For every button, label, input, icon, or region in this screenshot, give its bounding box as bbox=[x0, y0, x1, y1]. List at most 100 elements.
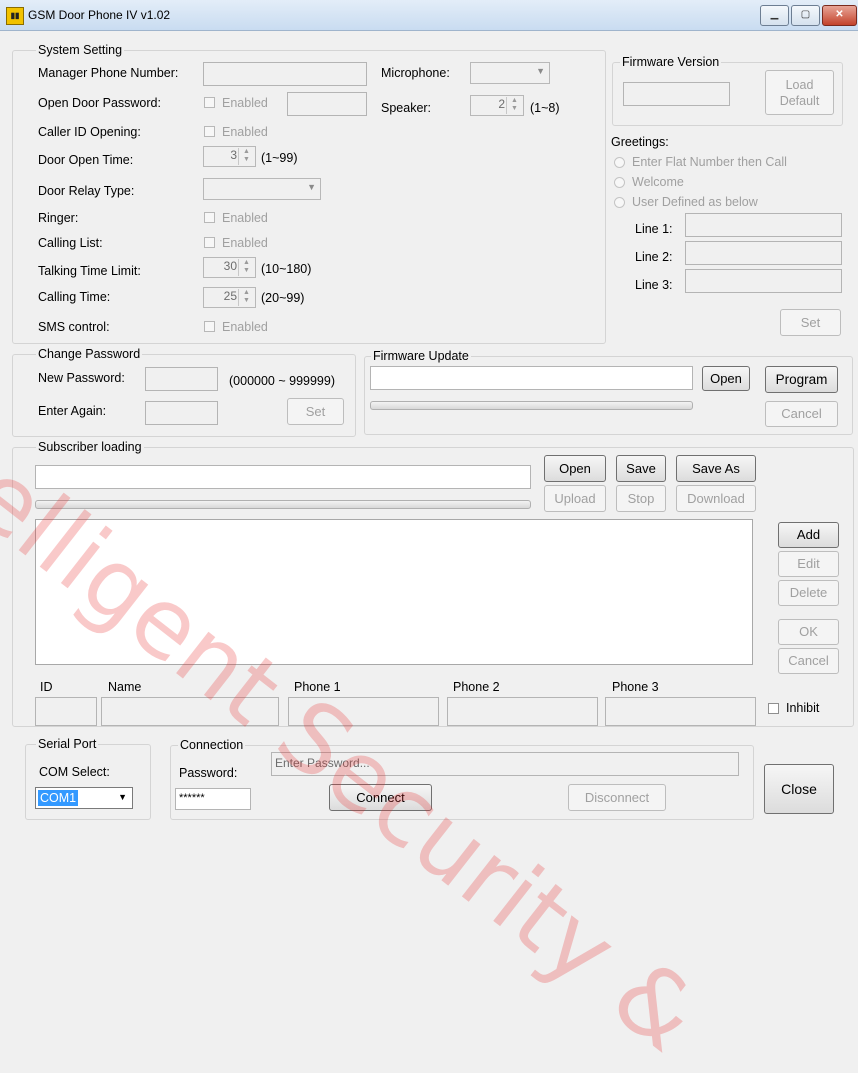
password-set-button[interactable]: Set bbox=[287, 398, 344, 425]
com-select-value: COM1 bbox=[38, 790, 79, 806]
firmware-cancel-button[interactable]: Cancel bbox=[765, 401, 838, 427]
door-open-time-stepper[interactable]: 3 ▲ ▼ bbox=[203, 146, 256, 167]
firmware-progress-bar bbox=[370, 401, 693, 410]
firmware-file-input[interactable] bbox=[370, 366, 693, 390]
enter-again-label: Enter Again: bbox=[38, 404, 107, 418]
gsm-signal-icon: ▮▮ bbox=[6, 7, 24, 25]
speaker-stepper[interactable]: 2 ▲ ▼ bbox=[470, 95, 524, 116]
greetings-label: Greetings: bbox=[611, 135, 669, 149]
connection-password-input[interactable]: ****** bbox=[175, 788, 251, 810]
spin-arrows-icon[interactable]: ▲ ▼ bbox=[238, 289, 254, 306]
calling-list-checkbox[interactable] bbox=[204, 237, 215, 248]
manager-phone-label: Manager Phone Number: bbox=[38, 66, 179, 80]
disconnect-button[interactable]: Disconnect bbox=[568, 784, 666, 811]
edit-button[interactable]: Edit bbox=[778, 551, 839, 577]
talking-time-stepper[interactable]: 30 ▲ ▼ bbox=[203, 257, 256, 278]
chevron-down-icon: ▼ bbox=[118, 792, 127, 802]
subscriber-cancel-button[interactable]: Cancel bbox=[778, 648, 839, 674]
delete-button[interactable]: Delete bbox=[778, 580, 839, 606]
sms-control-checkbox[interactable] bbox=[204, 321, 215, 332]
greeting-line2-label: Line 2: bbox=[635, 250, 673, 264]
column-phone2-label: Phone 2 bbox=[453, 680, 500, 694]
name-input[interactable] bbox=[101, 697, 279, 726]
speaker-range: (1~8) bbox=[530, 101, 560, 115]
ringer-label: Ringer: bbox=[38, 211, 79, 225]
speaker-value: 2 bbox=[498, 97, 505, 111]
spin-arrows-icon[interactable]: ▲ ▼ bbox=[506, 97, 522, 114]
greeting-line3-label: Line 3: bbox=[635, 278, 673, 292]
subscriber-save-as-button[interactable]: Save As bbox=[676, 455, 756, 482]
subscriber-open-button[interactable]: Open bbox=[544, 455, 606, 482]
calling-time-value: 25 bbox=[223, 289, 237, 303]
caller-id-checkbox[interactable] bbox=[204, 126, 215, 137]
talking-time-range: (10~180) bbox=[261, 262, 312, 276]
subscriber-save-button[interactable]: Save bbox=[616, 455, 666, 482]
inhibit-checkbox[interactable] bbox=[768, 703, 779, 714]
column-name-label: Name bbox=[108, 680, 142, 694]
column-id-label: ID bbox=[40, 680, 53, 694]
spin-arrows-icon[interactable]: ▲ ▼ bbox=[238, 259, 254, 276]
chevron-down-icon: ▼ bbox=[536, 66, 545, 76]
upload-button[interactable]: Upload bbox=[544, 485, 606, 512]
calling-list-enabled-label: Enabled bbox=[222, 236, 268, 250]
greeting-radio-user[interactable] bbox=[614, 197, 625, 208]
sms-control-enabled-label: Enabled bbox=[222, 320, 268, 334]
greeting-line1-input[interactable] bbox=[685, 213, 842, 237]
subscriber-list[interactable] bbox=[35, 519, 753, 665]
ringer-checkbox[interactable] bbox=[204, 212, 215, 223]
new-password-input[interactable] bbox=[145, 367, 218, 391]
com-select[interactable]: COM1 ▼ bbox=[35, 787, 133, 809]
open-door-password-label: Open Door Password: bbox=[38, 96, 161, 110]
connection-label: Connection bbox=[178, 738, 246, 752]
greeting-option-user: User Defined as below bbox=[632, 195, 758, 209]
close-window-icon[interactable]: ✕ bbox=[822, 5, 857, 26]
connect-button[interactable]: Connect bbox=[329, 784, 432, 811]
id-input[interactable] bbox=[35, 697, 97, 726]
ringer-enabled-label: Enabled bbox=[222, 211, 268, 225]
speaker-label: Speaker: bbox=[381, 101, 432, 115]
microphone-select[interactable]: ▼ bbox=[470, 62, 550, 84]
spin-arrows-icon[interactable]: ▲ ▼ bbox=[238, 148, 254, 165]
phone2-input[interactable] bbox=[447, 697, 598, 726]
firmware-open-button[interactable]: Open bbox=[702, 366, 750, 391]
firmware-version-label: Firmware Version bbox=[620, 55, 722, 69]
window-title: GSM Door Phone IV v1.02 bbox=[28, 8, 171, 22]
microphone-label: Microphone: bbox=[381, 66, 450, 80]
phone3-input[interactable] bbox=[605, 697, 756, 726]
close-button[interactable]: Close bbox=[764, 764, 834, 814]
greeting-set-button[interactable]: Set bbox=[780, 309, 841, 336]
greeting-line3-input[interactable] bbox=[685, 269, 842, 293]
open-door-password-enabled-label: Enabled bbox=[222, 96, 268, 110]
door-relay-select[interactable]: ▼ bbox=[203, 178, 321, 200]
maximize-icon[interactable]: ▢ bbox=[791, 5, 820, 26]
phone1-input[interactable] bbox=[288, 697, 439, 726]
load-default-button[interactable]: Load Default bbox=[765, 70, 834, 115]
firmware-update-label: Firmware Update bbox=[371, 349, 471, 363]
subscriber-file-input[interactable] bbox=[35, 465, 531, 489]
add-button[interactable]: Add bbox=[778, 522, 839, 548]
greeting-radio-flat[interactable] bbox=[614, 157, 625, 168]
chevron-down-icon: ▼ bbox=[307, 182, 316, 192]
open-door-password-input[interactable] bbox=[287, 92, 367, 116]
calling-time-range: (20~99) bbox=[261, 291, 305, 305]
download-button[interactable]: Download bbox=[676, 485, 756, 512]
greeting-radio-welcome[interactable] bbox=[614, 177, 625, 188]
change-password-label: Change Password bbox=[36, 347, 143, 361]
ok-button[interactable]: OK bbox=[778, 619, 839, 645]
new-password-label: New Password: bbox=[38, 371, 125, 385]
inhibit-label: Inhibit bbox=[786, 701, 820, 715]
manager-phone-input[interactable] bbox=[203, 62, 367, 86]
open-door-password-checkbox[interactable] bbox=[204, 97, 215, 108]
load-default-line2: Default bbox=[779, 94, 820, 108]
stop-button[interactable]: Stop bbox=[616, 485, 666, 512]
calling-time-stepper[interactable]: 25 ▲ ▼ bbox=[203, 287, 256, 308]
program-button[interactable]: Program bbox=[765, 366, 838, 393]
caller-id-enabled-label: Enabled bbox=[222, 125, 268, 139]
greeting-line2-input[interactable] bbox=[685, 241, 842, 265]
door-open-time-label: Door Open Time: bbox=[38, 153, 134, 167]
calling-time-label: Calling Time: bbox=[38, 290, 111, 304]
caller-id-label: Caller ID Opening: bbox=[38, 125, 141, 139]
enter-again-input[interactable] bbox=[145, 401, 218, 425]
minimize-icon[interactable]: ▁ bbox=[760, 5, 789, 26]
door-open-time-value: 3 bbox=[230, 148, 237, 162]
